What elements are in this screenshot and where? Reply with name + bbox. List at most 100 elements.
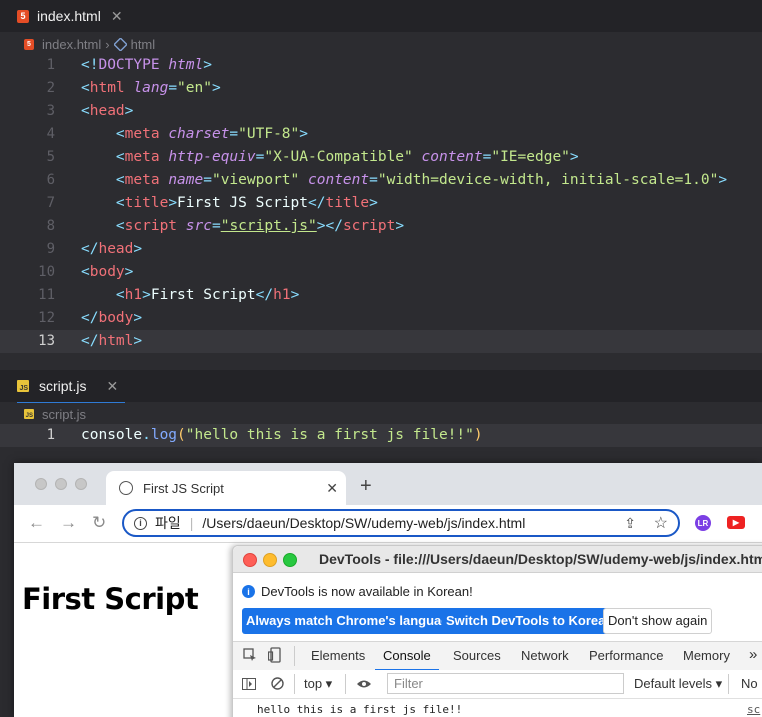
star-icon[interactable]: ☆ (654, 513, 668, 533)
code-line[interactable]: 3 <head> (0, 100, 762, 123)
code-text: <meta charset="UTF-8"> (81, 123, 308, 146)
code-line[interactable]: 7 <title>First JS Script</title> (0, 192, 762, 215)
new-tab-button[interactable]: + (360, 475, 372, 498)
code-line[interactable]: 10 <body> (0, 261, 762, 284)
line-number: 12 (38, 310, 55, 326)
minimize-window-button[interactable] (55, 478, 67, 490)
code-line[interactable]: 12 </body> (0, 307, 762, 330)
zoom-window-button[interactable] (283, 553, 297, 567)
code-token: First JS Script (177, 195, 308, 211)
code-text: <meta name="viewport" content="width=dev… (81, 169, 727, 192)
close-window-button[interactable] (243, 553, 257, 567)
device-toolbar-icon[interactable] (268, 647, 282, 663)
close-icon[interactable]: ✕ (106, 378, 118, 395)
breadcrumb-file[interactable]: index.html (42, 37, 101, 52)
eye-icon[interactable] (356, 679, 372, 689)
code-line[interactable]: 5 <meta http-equiv="X-UA-Compatible" con… (0, 146, 762, 169)
browser-tab[interactable]: First JS Script ✕ (106, 471, 346, 505)
code-token: = (203, 172, 212, 188)
code-token: > (718, 172, 728, 188)
code-line[interactable]: 2 <html lang="en"> (0, 77, 762, 100)
code-token: . (142, 427, 151, 443)
code-line[interactable]: 6 <meta name="viewport" content="width=d… (0, 169, 762, 192)
line-number: 9 (46, 241, 55, 257)
clear-console-icon[interactable] (271, 677, 284, 690)
code-line[interactable]: 9 </head> (0, 238, 762, 261)
tab-elements[interactable]: Elements (311, 648, 365, 663)
tab-memory[interactable]: Memory (683, 648, 730, 663)
inspect-icon[interactable] (243, 648, 257, 662)
tab-network[interactable]: Network (521, 648, 569, 663)
extension-icon[interactable]: LR (695, 515, 711, 531)
close-tab-icon[interactable]: ✕ (326, 480, 338, 497)
youtube-extension-icon[interactable]: ▶ (727, 516, 745, 529)
js-code-area[interactable]: 1 console.log("hello this is a first js f… (0, 424, 762, 447)
code-token: title (124, 195, 169, 211)
breadcrumb: 5 index.html › html (24, 33, 155, 55)
address-bar[interactable]: i 파일 | /Users/daeun/Desktop/SW/udemy-web… (122, 509, 680, 537)
code-text: console.log("hello this is a first js fi… (81, 424, 483, 447)
dont-show-again-button[interactable]: Don't show again (603, 608, 713, 634)
reload-button[interactable]: ↻ (92, 513, 106, 533)
tab-script-js[interactable]: JS script.js ✕ (17, 370, 125, 403)
tab-console[interactable]: Console (375, 648, 439, 671)
code-token: < (115, 218, 125, 234)
code-token: </ (81, 333, 99, 349)
code-token: html (98, 333, 134, 349)
code-line[interactable]: 13 </html> (0, 330, 762, 353)
log-levels-dropdown[interactable]: Default levels ▾ (634, 676, 722, 692)
code-token: < (81, 264, 90, 280)
sidebar-toggle-icon[interactable] (242, 678, 256, 690)
browser-tab-title: First JS Script (143, 480, 224, 496)
switch-to-korean-button[interactable]: Switch DevTools to Korean (442, 608, 618, 634)
code-token: content (421, 149, 483, 165)
tab-performance[interactable]: Performance (589, 648, 663, 663)
code-token: body (98, 310, 134, 326)
tab-index-html[interactable]: 5 index.html ✕ (17, 0, 123, 32)
more-tabs-button[interactable]: » (749, 646, 757, 663)
console-source-link[interactable]: sc (747, 703, 760, 716)
code-line[interactable]: 1 console.log("hello this is a first js f… (0, 424, 762, 447)
close-icon[interactable]: ✕ (111, 8, 123, 25)
line-number: 1 (46, 57, 55, 73)
code-token: < (115, 172, 125, 188)
match-language-button[interactable]: Always match Chrome's language (242, 608, 461, 634)
code-token: ></ (316, 218, 343, 234)
context-selector[interactable]: top ▾ (304, 676, 332, 692)
issues-counter[interactable]: No (741, 676, 758, 691)
breadcrumb-file[interactable]: script.js (42, 407, 86, 422)
zoom-window-button[interactable] (75, 478, 87, 490)
code-token: > (133, 310, 143, 326)
info-icon[interactable]: i (134, 516, 147, 530)
code-token: "hello this is a first js file!!" (185, 427, 474, 443)
minimize-window-button[interactable] (263, 553, 277, 567)
code-token: "script.js" (220, 218, 317, 234)
tab-sources[interactable]: Sources (453, 648, 501, 663)
code-line[interactable]: 11 <h1>First Script</h1> (0, 284, 762, 307)
code-token: > (211, 80, 221, 96)
code-token: body (89, 264, 125, 280)
code-line[interactable]: 4 <meta charset="UTF-8"> (0, 123, 762, 146)
share-icon[interactable]: ⇪ (624, 515, 636, 532)
code-text: <script src="script.js"></script> (81, 215, 404, 238)
filter-input[interactable]: Filter (387, 673, 624, 694)
code-token: > (203, 57, 212, 73)
code-token: "X-UA-Compatible" (264, 149, 413, 165)
close-window-button[interactable] (35, 478, 47, 490)
url-text[interactable]: /Users/daeun/Desktop/SW/udemy-web/js/ind… (202, 515, 525, 531)
breadcrumb-symbol[interactable]: html (131, 37, 156, 52)
line-number: 4 (46, 126, 55, 142)
code-text: <html lang="en"> (81, 77, 221, 100)
code-line[interactable]: 1 <!DOCTYPE html> (0, 54, 762, 77)
forward-button[interactable]: → (60, 513, 77, 533)
html-code-area[interactable]: 1 <!DOCTYPE html> 2 <html lang="en"> 3 <head>… (0, 54, 762, 353)
line-number: 7 (46, 195, 55, 211)
code-line[interactable]: 8 <script src="script.js"></script> (0, 215, 762, 238)
code-text: <body> (81, 261, 133, 284)
back-button[interactable]: ← (28, 513, 45, 533)
code-text: <h1>First Script</h1> (81, 284, 299, 307)
code-token: html (89, 80, 125, 96)
